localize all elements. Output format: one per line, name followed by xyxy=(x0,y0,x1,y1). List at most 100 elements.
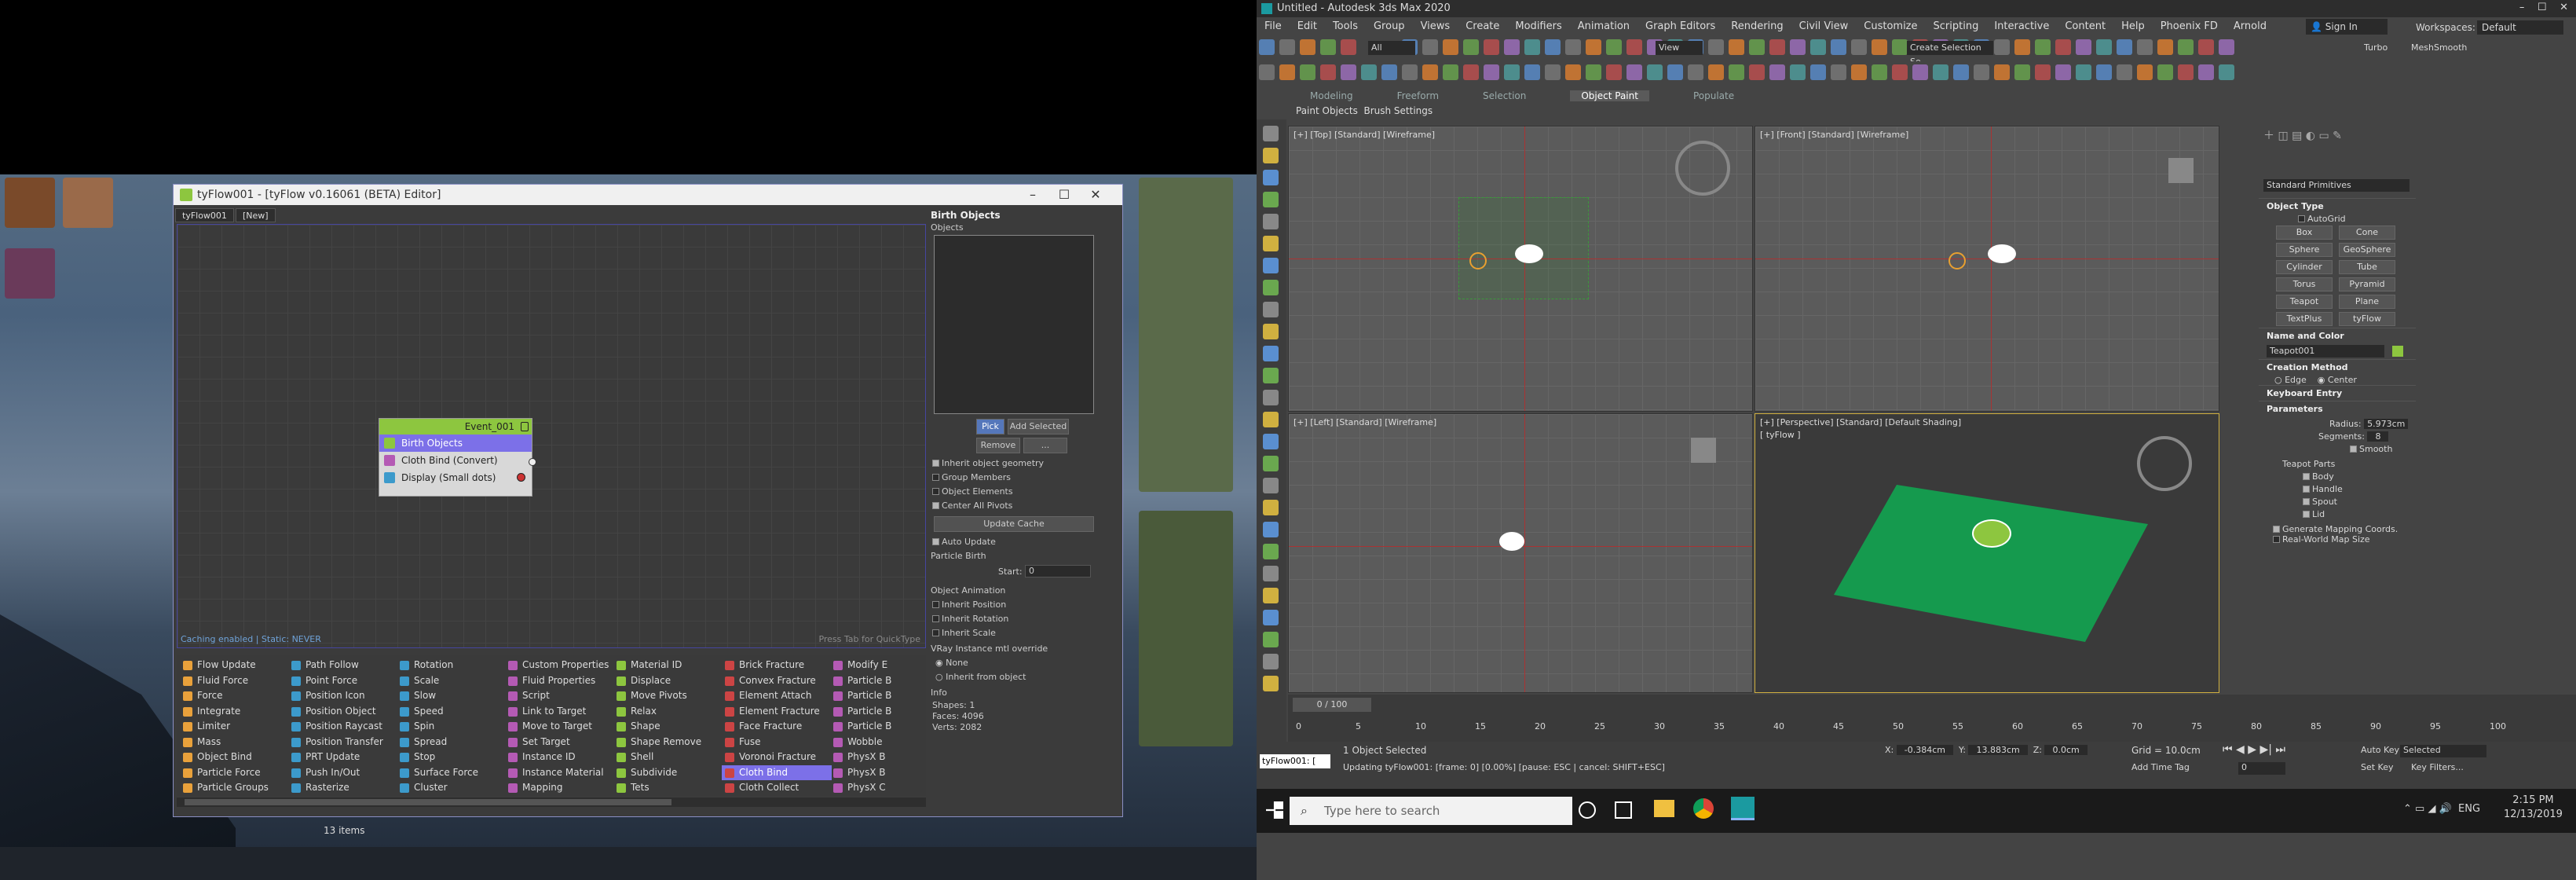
tool-strip-icon[interactable] xyxy=(1263,258,1279,273)
add-time-tag[interactable]: Add Time Tag xyxy=(2131,762,2190,772)
menu-item[interactable]: Views xyxy=(1421,20,1451,32)
system-tray[interactable]: ⌃ ▭ ◢ 🔊 ENG xyxy=(2403,803,2480,815)
toolbar-button-icon[interactable] xyxy=(1524,64,1540,80)
close-icon[interactable]: ✕ xyxy=(1080,185,1111,205)
desktop-icon-3[interactable] xyxy=(5,248,55,299)
tool-strip-icon[interactable] xyxy=(1263,346,1279,361)
toolbar-button-icon[interactable] xyxy=(1626,39,1642,55)
toolbar-button-icon[interactable] xyxy=(1933,64,1948,80)
start-spinner[interactable]: 0 xyxy=(1025,565,1091,578)
toolbar-button-icon[interactable] xyxy=(1484,64,1499,80)
tool-strip-icon[interactable] xyxy=(1263,390,1279,405)
operator-item[interactable]: Instance ID xyxy=(505,750,615,765)
operator-item[interactable]: Flow Update xyxy=(180,658,290,673)
meshsmooth-label[interactable]: MeshSmooth xyxy=(2411,42,2467,53)
menu-item[interactable]: Tools xyxy=(1333,20,1358,32)
inherit-position-check[interactable]: Inherit Position xyxy=(932,600,1006,610)
menu-item[interactable]: Phoenix FD xyxy=(2161,20,2218,32)
keyboard-entry-title[interactable]: Keyboard Entry xyxy=(2259,385,2416,401)
primitive-button[interactable]: Sphere xyxy=(2276,243,2333,257)
key-mode-dropdown[interactable]: Selected xyxy=(2400,745,2486,757)
operator-item[interactable]: Spin xyxy=(397,719,507,735)
lang-indicator[interactable]: ENG xyxy=(2458,803,2480,815)
primitives-dropdown[interactable]: Standard Primitives xyxy=(2263,179,2410,192)
operator-item[interactable]: Mapping xyxy=(505,780,615,796)
operator-item[interactable]: Convex Fracture xyxy=(722,673,832,689)
operator-item[interactable]: Position Object xyxy=(288,704,398,720)
toolbar-button-icon[interactable] xyxy=(1974,64,1989,80)
operator-item[interactable]: Limiter xyxy=(180,719,290,735)
menu-item[interactable]: File xyxy=(1264,20,1282,32)
operator-item[interactable]: Path Follow xyxy=(288,658,398,673)
primitive-button[interactable]: Cylinder xyxy=(2276,260,2333,274)
toolbar-button-icon[interactable] xyxy=(2035,39,2051,55)
tool-strip-icon[interactable] xyxy=(1263,544,1279,559)
tyflow-icon-front[interactable] xyxy=(1948,252,1966,270)
operator-item[interactable]: Brick Fracture xyxy=(722,658,832,673)
operator-item[interactable]: Move Pivots xyxy=(613,688,723,704)
desktop-icon-1[interactable] xyxy=(5,178,55,228)
toolbar-button-icon[interactable] xyxy=(2178,39,2194,55)
toolbar-button-icon[interactable] xyxy=(1810,39,1826,55)
teapot-part-check[interactable]: Body xyxy=(2303,471,2416,482)
toolbar-button-icon[interactable] xyxy=(1402,64,1418,80)
node-output-port[interactable] xyxy=(529,458,536,466)
toolbar-button-icon[interactable] xyxy=(1586,39,1601,55)
toolbar-button-icon[interactable] xyxy=(1810,64,1826,80)
operator-item[interactable]: Stop xyxy=(397,750,507,765)
event-node-title[interactable]: Event_001 xyxy=(379,419,532,434)
object-elements-check[interactable]: Object Elements xyxy=(932,486,1013,497)
teapot-persp[interactable] xyxy=(1972,519,2011,548)
toolbar-button-icon[interactable] xyxy=(1565,39,1581,55)
operator-item[interactable]: Particle B xyxy=(830,704,926,720)
toolbar-button-icon[interactable] xyxy=(2117,39,2132,55)
auto-key-button[interactable]: Auto Key xyxy=(2361,745,2399,755)
ribbon-tab[interactable]: Object Paint xyxy=(1570,90,1649,101)
toolbar-button-icon[interactable] xyxy=(1831,39,1846,55)
toolbar-button-icon[interactable] xyxy=(2117,64,2132,80)
menu-item[interactable]: Customize xyxy=(1864,20,1917,32)
toolbar-button-icon[interactable] xyxy=(1341,39,1356,55)
ribbon-tab[interactable]: Freeform xyxy=(1397,90,1439,101)
ribbon-tab[interactable]: Selection xyxy=(1483,90,1526,101)
menu-item[interactable]: Rendering xyxy=(1731,20,1783,32)
menu-item[interactable]: Content xyxy=(2065,20,2106,32)
primitive-button[interactable]: GeoSphere xyxy=(2339,243,2395,257)
tool-strip-icon[interactable] xyxy=(1263,236,1279,251)
autogrid-check[interactable]: AutoGrid xyxy=(2259,214,2416,224)
gen-mapping-check[interactable]: Generate Mapping Coords. xyxy=(2259,524,2416,534)
chrome-icon[interactable] xyxy=(1693,798,1714,819)
toolbar-button-icon[interactable] xyxy=(1606,64,1622,80)
object-name-field[interactable]: Teapot001 xyxy=(2267,345,2384,358)
turbo-label[interactable]: Turbo xyxy=(2364,42,2388,53)
toolbar-button-icon[interactable] xyxy=(1729,39,1744,55)
remove-button[interactable]: Remove xyxy=(976,438,1020,453)
display-color-dot[interactable] xyxy=(517,473,525,482)
operator-item[interactable]: Material ID xyxy=(613,658,723,673)
viewport-top[interactable]: [+] [Top] [Standard] [Wireframe] xyxy=(1288,126,1753,412)
viewport-top-label[interactable]: [+] [Top] [Standard] [Wireframe] xyxy=(1293,130,1435,140)
menu-item[interactable]: Help xyxy=(2121,20,2145,32)
subtab-brush-settings[interactable]: Brush Settings xyxy=(1363,105,1433,116)
toolbar-button-icon[interactable] xyxy=(2157,64,2173,80)
operator-item[interactable]: Object Bind xyxy=(180,750,290,765)
toolbar-button-icon[interactable] xyxy=(2137,39,2153,55)
operator-item[interactable]: Element Fracture xyxy=(722,704,832,720)
maximize-icon[interactable]: ☐ xyxy=(1048,185,1080,205)
teapot-left[interactable] xyxy=(1499,532,1524,551)
tool-strip-icon[interactable] xyxy=(1263,126,1279,141)
toolbar-button-icon[interactable] xyxy=(2076,39,2091,55)
segments-spinner[interactable]: 8 xyxy=(2367,431,2389,442)
key-filters-button[interactable]: Key Filters... xyxy=(2411,762,2464,772)
toolbar-button-icon[interactable] xyxy=(1688,64,1703,80)
operator-item[interactable]: PhysX B xyxy=(830,750,926,765)
tool-strip-icon[interactable] xyxy=(1263,522,1279,537)
operator-item[interactable]: Scale xyxy=(397,673,507,689)
toolbar-button-icon[interactable] xyxy=(1667,64,1683,80)
event-toggle-icon[interactable] xyxy=(521,422,529,431)
operator-item[interactable]: Fluid Properties xyxy=(505,673,615,689)
operator-item[interactable]: Rotation xyxy=(397,658,507,673)
toolbar-button-icon[interactable] xyxy=(1892,64,1908,80)
primitive-button[interactable]: tyFlow xyxy=(2339,312,2395,326)
viewport-perspective[interactable]: [+] [Perspective] [Standard] [Default Sh… xyxy=(1755,413,2219,693)
